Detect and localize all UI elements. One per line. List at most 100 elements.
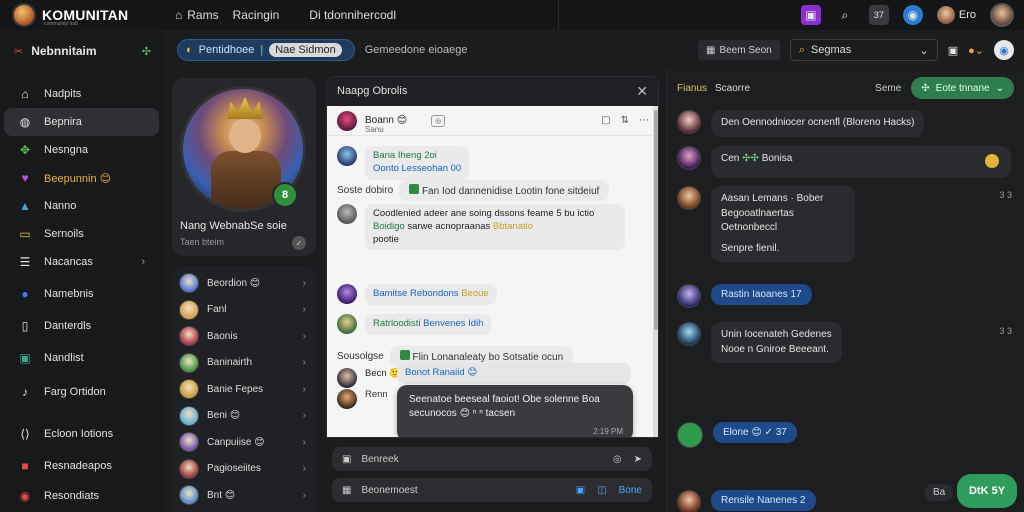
new-post-button[interactable]: ✣ Eote tnnane ⌄ [911,77,1014,99]
sidebar-item-3[interactable]: ♥ Beepunnin 😊 [4,164,159,192]
sidebar-item-10[interactable]: ♪ Farg Ortidon [4,378,159,406]
avatar[interactable] [677,110,701,134]
message-composer[interactable]: ▣ Benreek ◎ ➤ [332,447,652,471]
friend-item[interactable]: Baninairth › [172,350,316,377]
feed-sort-label[interactable]: Seme [875,83,901,94]
globe-icon[interactable]: ◉ [994,40,1014,60]
emoji-icon[interactable]: ●⌄ [968,44,984,57]
nav-feed[interactable]: Racingin [233,8,280,22]
avatar[interactable] [677,490,701,512]
feed-card[interactable]: Aasan Lemans · Bober Begooatlnaertas Oet… [711,186,855,262]
message-bubble[interactable]: Bamitse Rebondons Beoue [365,284,497,305]
friend-item[interactable]: Banie Fepes › [172,376,316,403]
sidebar-item-2[interactable]: ✥ Nesngna [4,136,159,164]
close-icon[interactable]: ✕ [636,83,648,100]
avatar[interactable] [337,314,357,334]
search-icon[interactable]: ⌕ [835,5,855,25]
notifications-icon[interactable]: ▣ [800,5,821,25]
feed-card[interactable]: Unin Iocenateh Gedenes Nooe n Gniroe Bee… [711,322,842,363]
friend-item[interactable]: Baonis › [172,323,316,350]
user-menu[interactable]: Ero [936,6,976,24]
brand-logo [12,3,36,27]
search-icon: ⌕ [798,43,805,56]
header-search[interactable]: ⌕ Segmas ⌄ [789,39,938,61]
more-icon[interactable]: ⋯ [639,115,649,126]
camera-icon[interactable]: ◎ [613,454,622,465]
messages-badge[interactable]: 37 [868,5,889,25]
sidebar-footer-2[interactable]: ◉ Resondiats [4,482,159,510]
friend-item[interactable]: Bnt 😊 › [172,482,316,509]
sidebar-item-8[interactable]: ▯ Danterdls [4,312,159,340]
avatar[interactable] [677,186,701,210]
sidebar-item-5[interactable]: ▭ Sernoils [4,220,159,248]
clover-icon: ✣ [141,45,151,58]
avatar[interactable] [337,110,357,131]
sidebar-item-4[interactable]: ▲ Nanno [4,192,159,220]
top-search[interactable]: Di tdonnihercodl [297,0,560,30]
avatar[interactable] [337,146,357,166]
tune-icon[interactable]: ⇅ [621,115,629,126]
sidebar-footer-nav: ⟨⟩ Ecloon Iotions ■ Resnadeapos ◉ Resondiat… [0,420,165,510]
avatar[interactable] [677,284,701,308]
sidebar-header[interactable]: ✂ Nebnnitaim ✣ [0,36,165,66]
avatar[interactable] [337,368,357,388]
image-icon[interactable]: ▣ [576,485,585,496]
grid-icon[interactable]: ▦ [342,485,351,496]
secondary-composer[interactable]: ▦ Beonemoest ▣ ◫ Bone [332,478,652,502]
friend-item[interactable]: Beni 😊 › [172,403,316,430]
send-icon[interactable]: ➤ [634,454,642,465]
message-bubble[interactable]: Bana Iheng 2oi Oonto Lesseohan 00 [365,146,470,180]
floating-action-button[interactable]: DtK 5Y [957,474,1017,508]
friend-item[interactable]: Canpuiise 😊 › [172,429,316,456]
chat-scrollbar[interactable] [653,106,658,437]
active-channel-pill[interactable]: ◐ Pentidhoee | Nae Sidmon [177,39,355,61]
feed-meta: 3 3 [999,326,1012,336]
friend-item[interactable]: Beordion 😊 › [172,270,316,297]
nav-home[interactable]: ⌂ Rams [175,8,219,22]
window-icon[interactable]: ▣ [948,44,958,57]
feed-card[interactable]: Cen ✣✣ Bonisa [711,146,1011,178]
sidebar-item-0[interactable]: ⌂ Nadpits [4,80,159,108]
composer-send-button[interactable]: Bone [619,485,642,496]
profile-card[interactable]: 8 Nang WebnabSe soie Taen bteim ✓ [172,78,316,256]
feed-pill-button[interactable]: Elone 😊 ✓ 37 [713,422,797,443]
composer-placeholder: Benreek [361,453,399,465]
chevron-right-icon: › [302,463,306,475]
message-popup[interactable]: Seenatoe beeseal faoiot! Obe solenne Boa… [397,385,633,437]
camera-icon[interactable]: ◎ [431,114,446,127]
sidebar-item-6[interactable]: ☰ Nacancas › [4,248,159,276]
profile-avatar[interactable] [990,3,1014,27]
avatar[interactable] [337,389,357,409]
message-author: Bamitse Rebondons [373,288,459,299]
scroll-thumb[interactable] [654,110,658,330]
attach-icon[interactable]: ▣ [342,454,351,465]
gif-icon[interactable]: ◫ [597,485,606,496]
sidebar-footer-1[interactable]: ■ Resnadeapos [4,452,159,480]
channel-icon: ◐ [186,44,193,56]
avatar[interactable] [337,204,357,224]
avatar[interactable] [677,422,703,448]
avatar[interactable] [677,322,701,346]
avatar[interactable] [677,146,701,170]
feed-card[interactable]: Den Oennodniocer ocnenfl (Bloreno Hacks) [711,110,925,137]
sidebar-item-label: Resnadeapos [44,460,112,472]
chevron-down-icon: ⌄ [995,82,1004,94]
emoji-icon[interactable] [985,154,999,168]
sidebar-item-7[interactable]: ● Namebnis [4,280,159,308]
sidebar-item-9[interactable]: ▣ Nandlist [4,344,159,372]
brand[interactable]: KOMUNITAN community hub [0,3,165,27]
message-bubble[interactable]: Ratrloodisti Benvenes Idih [365,314,492,335]
pinned-pill[interactable]: Bonot Ranaiid 😊 [397,363,631,384]
feed-pill-button[interactable]: Rastin Iaoanes 17 [711,284,812,305]
feed-pill-button[interactable]: Rensile Nanenes 2 [711,490,816,511]
message-bubble[interactable]: Coodlenied adeer ane soing dssons feame … [365,204,625,251]
friend-item[interactable]: Pagioseiites › [172,456,316,483]
globe-icon[interactable]: ◉ [902,5,923,25]
window-icon[interactable]: ▢ [601,115,610,126]
mini-label[interactable]: Ba [925,484,954,501]
filter-button[interactable]: ▦ Beem Seon [698,40,780,60]
avatar[interactable] [337,284,357,304]
sidebar-item-1[interactable]: ◍ Bepnira [4,108,159,136]
friend-item[interactable]: Fanl › [172,297,316,324]
sidebar-footer-0[interactable]: ⟨⟩ Ecloon Iotions [4,420,159,448]
